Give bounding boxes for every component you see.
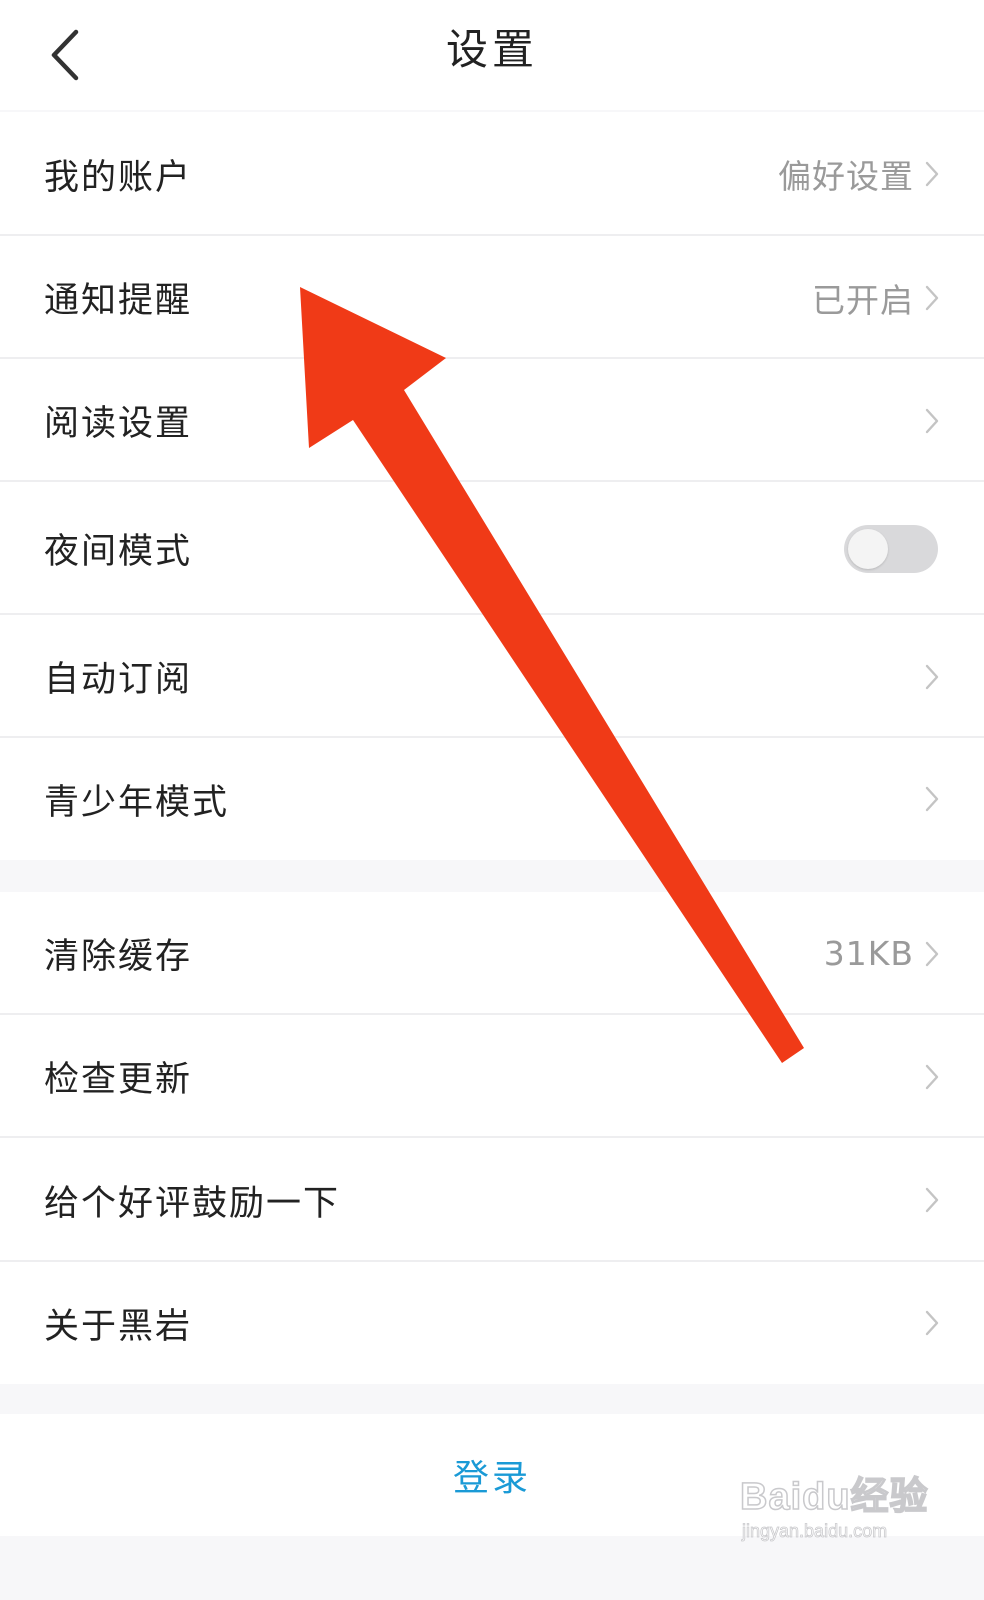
row-teen-mode[interactable]: 青少年模式 — [0, 738, 984, 860]
row-value: 偏好设置 — [778, 157, 914, 196]
row-label: 清除缓存 — [44, 937, 193, 977]
settings-group-secondary: 清除缓存 31KB 检查更新 给个好评鼓励一下 关于黑岩 — [0, 892, 984, 1384]
row-my-account[interactable]: 我的账户 偏好设置 — [0, 112, 984, 236]
row-label: 阅读设置 — [44, 404, 193, 444]
row-label: 自动订阅 — [44, 660, 193, 700]
row-label: 检查更新 — [44, 1060, 193, 1100]
night-mode-toggle[interactable] — [844, 524, 938, 573]
row-check-update[interactable]: 检查更新 — [0, 1015, 984, 1138]
chevron-right-icon — [924, 785, 940, 813]
row-label: 通知提醒 — [44, 281, 193, 321]
toggle-knob — [848, 528, 888, 569]
row-clear-cache[interactable]: 清除缓存 31KB — [0, 892, 984, 1015]
cache-size: 31KB — [823, 934, 914, 973]
settings-group-primary: 我的账户 偏好设置 通知提醒 已开启 阅读设置 夜间模式 自动订阅 青少年模式 — [0, 112, 984, 860]
row-label: 给个好评鼓励一下 — [44, 1183, 341, 1224]
row-value: 已开启 — [812, 280, 914, 320]
settings-screen: 设置 我的账户 偏好设置 通知提醒 已开启 阅读设置 夜间模式 自动订阅 青少年… — [0, 0, 984, 1600]
row-label: 关于黑岩 — [44, 1306, 193, 1347]
chevron-right-icon — [924, 1186, 940, 1214]
login-button[interactable]: 登录 — [423, 1439, 561, 1511]
chevron-right-icon — [924, 160, 940, 188]
row-rate-app[interactable]: 给个好评鼓励一下 — [0, 1138, 984, 1262]
chevron-right-icon — [924, 663, 940, 691]
row-auto-subscribe[interactable]: 自动订阅 — [0, 615, 984, 738]
row-label: 夜间模式 — [44, 532, 193, 572]
chevron-right-icon — [924, 1063, 940, 1091]
page-title: 设置 — [445, 25, 538, 74]
chevron-right-icon — [924, 407, 940, 435]
header-bar: 设置 — [0, 0, 984, 110]
row-reading-settings[interactable]: 阅读设置 — [0, 359, 984, 482]
row-notifications[interactable]: 通知提醒 已开启 — [0, 236, 984, 359]
chevron-right-icon — [924, 1309, 940, 1337]
chevron-right-icon — [924, 940, 940, 968]
row-label: 青少年模式 — [44, 782, 230, 823]
row-label: 我的账户 — [44, 157, 193, 198]
login-section: 登录 — [0, 1414, 984, 1536]
row-about[interactable]: 关于黑岩 — [0, 1262, 984, 1384]
row-night-mode: 夜间模式 — [0, 482, 984, 615]
chevron-right-icon — [924, 284, 940, 312]
